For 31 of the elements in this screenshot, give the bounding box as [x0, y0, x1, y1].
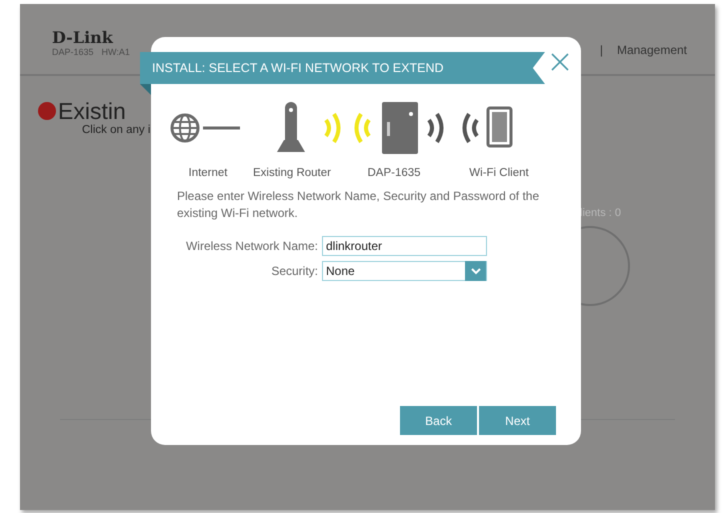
- status-hint: Click on any i: [82, 124, 150, 136]
- router-icon: [277, 102, 305, 152]
- signal-waves-icon: [462, 112, 479, 144]
- back-button[interactable]: Back: [400, 406, 477, 435]
- extender-icon: [382, 102, 418, 154]
- device-label: Existing Router: [253, 167, 331, 179]
- device-label: Wi-Fi Client: [469, 167, 529, 179]
- next-button[interactable]: Next: [479, 406, 556, 435]
- tablet-icon: [486, 106, 512, 148]
- cable-line: [203, 126, 240, 130]
- status-title: Existin: [58, 98, 126, 124]
- nav-separator: |: [600, 43, 603, 57]
- dialog-title: INSTALL: SELECT A WI-FI NETWORK TO EXTEND: [152, 61, 444, 75]
- field-label: Security:: [270, 264, 318, 278]
- close-icon: [550, 52, 570, 72]
- instructions-text: Please enter Wireless Network Name, Security and Password of the existing Wi-Fi network.: [177, 188, 540, 222]
- security-dropdown[interactable]: None: [322, 261, 487, 281]
- globe-icon: [170, 114, 200, 142]
- hardware-version: HW:A1: [102, 47, 130, 57]
- signal-waves-icon: [354, 112, 371, 144]
- status-dot-icon: [38, 102, 56, 120]
- chevron-icon: [465, 261, 486, 281]
- device-label: DAP-1635: [367, 167, 421, 179]
- signal-waves-icon: [427, 112, 444, 144]
- field-label: Wireless Network Name:: [184, 239, 318, 253]
- model-name: DAP-1635: [52, 47, 94, 57]
- network-name-field[interactable]: dlinkrouter: [322, 236, 487, 256]
- management-link[interactable]: Management: [616, 43, 687, 57]
- signal-waves-icon: [324, 112, 340, 144]
- logo: D-Link: [52, 29, 114, 47]
- device-label: Internet: [188, 167, 228, 179]
